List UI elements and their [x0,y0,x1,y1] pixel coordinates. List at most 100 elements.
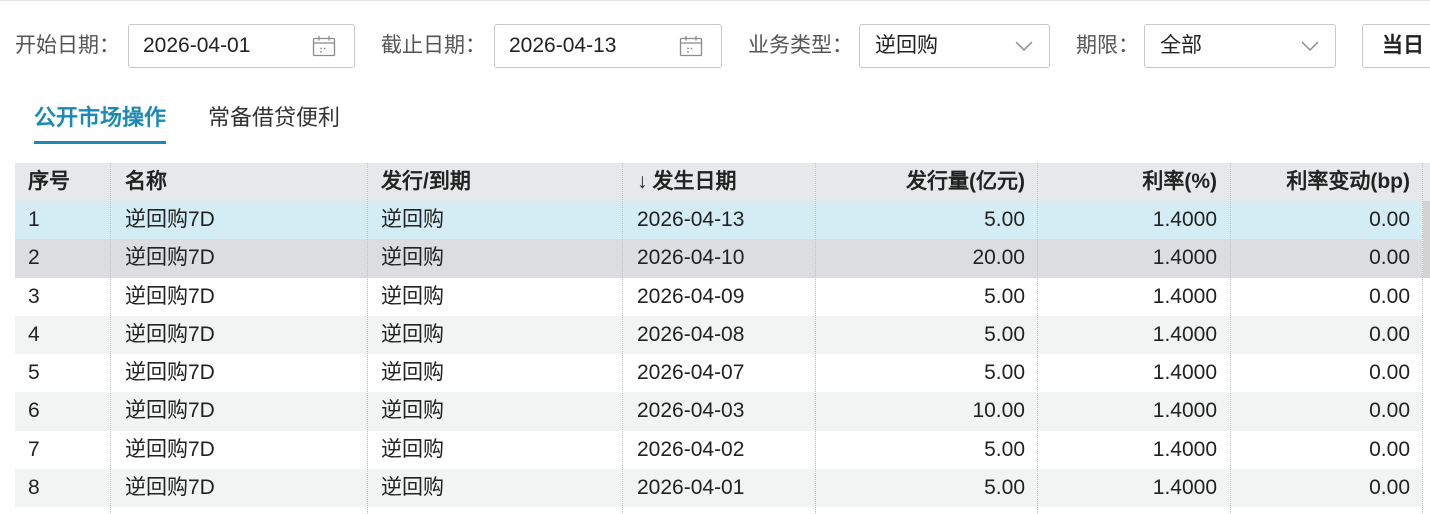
term-select[interactable]: 全部 [1144,24,1336,68]
cell-rate: 1.4000 [1152,399,1217,423]
start-date-input[interactable]: 2026-04-01 [128,24,355,68]
data-table: 序号 名称 发行/到期 ↓ 发生日期 发行量(亿元) 利率(%) 利率变动(bp)… [15,163,1430,514]
cell-date: 2026-04-08 [637,322,745,346]
top-divider [0,0,1430,1]
chevron-down-icon[interactable] [1015,41,1033,51]
calendar-icon-graphic [312,36,336,57]
sort-desc-icon: ↓ [637,170,648,193]
cell-rate: 1.4000 [1152,284,1217,308]
table-row[interactable]: 1 逆回购7D 逆回购 2026-04-13 5.00 1.4000 0.00 [15,201,1422,240]
table-row[interactable]: 7 逆回购7D 逆回购 2026-04-02 5.00 1.4000 0.00 [15,430,1422,470]
cell-index: 5 [28,361,40,385]
cell-index: 4 [28,322,40,346]
tab-standing-lending-facility[interactable]: 常备借贷便利 [208,100,340,144]
start-date-value: 2026-04-01 [143,34,251,57]
calendar-icon[interactable] [679,35,703,57]
cell-amount: 20.00 [972,246,1025,270]
table-row[interactable]: 6 逆回购7D 逆回购 2026-04-03 10.00 1.4000 0.00 [15,392,1422,431]
cell-rate: 1.4000 [1152,476,1217,500]
cell-issue-maturity: 逆回购 [381,476,444,500]
end-date-label: 截止日期： [381,34,486,57]
cell-rate-change: 0.00 [1369,476,1410,500]
cell-amount: 5.00 [984,208,1025,231]
scrollbar-thumb[interactable] [1423,201,1430,278]
cell-index: 1 [28,208,40,231]
column-header-spacer [1422,163,1430,201]
cell-date: 2026-04-09 [637,284,745,308]
cell-rate-change: 0.00 [1369,322,1410,346]
cell-amount: 5.00 [984,284,1025,308]
cell-name: 逆回购7D [125,246,215,270]
term-value: 全部 [1160,34,1202,57]
cell-date: 2026-04-13 [637,208,745,231]
column-header-rate[interactable]: 利率(%) [1037,163,1230,201]
cell-date: 2026-04-02 [637,437,745,461]
cell-index: 2 [28,246,40,270]
cell-index: 8 [28,476,40,500]
chevron-down-icon-graphic [1301,41,1319,51]
term-label: 期限： [1076,34,1139,57]
column-header-index[interactable]: 序号 [15,163,110,201]
business-type-label: 业务类型： [748,34,853,57]
cell-issue-maturity: 逆回购 [381,361,444,385]
column-header-amount[interactable]: 发行量(亿元) [815,163,1037,201]
table-row[interactable]: 4 逆回购7D 逆回购 2026-04-08 5.00 1.4000 0.00 [15,315,1422,355]
table-body: 1 逆回购7D 逆回购 2026-04-13 5.00 1.4000 0.00 2 逆回购7D 逆… [15,201,1422,508]
cell-date: 2026-04-01 [637,476,745,500]
table-row[interactable]: 5 逆回购7D 逆回购 2026-04-07 5.00 1.4000 0.00 [15,354,1422,393]
column-header-issue-maturity[interactable]: 发行/到期 [367,163,622,201]
cell-name: 逆回购7D [125,208,215,231]
cell-date: 2026-04-10 [637,246,745,270]
cell-rate-change: 0.00 [1369,284,1410,308]
cell-index: 6 [28,399,40,423]
cell-rate: 1.4000 [1152,246,1217,270]
cell-index: 3 [28,284,40,308]
calendar-icon[interactable] [312,35,336,57]
cell-name: 逆回购7D [125,437,215,461]
cell-name: 逆回购7D [125,399,215,423]
cell-name: 逆回购7D [125,322,215,346]
vertical-scrollbar[interactable] [1423,201,1430,514]
cell-rate-change: 0.00 [1369,361,1410,385]
cell-amount: 10.00 [972,399,1025,423]
cell-issue-maturity: 逆回购 [381,246,444,270]
today-button[interactable]: 当日 [1362,24,1430,68]
table-row[interactable]: 3 逆回购7D 逆回购 2026-04-09 5.00 1.4000 0.00 [15,277,1422,316]
cell-date: 2026-04-03 [637,399,745,423]
column-header-name[interactable]: 名称 [110,163,367,201]
cell-issue-maturity: 逆回购 [381,208,444,231]
cell-name: 逆回购7D [125,361,215,385]
cell-rate-change: 0.00 [1369,437,1410,461]
start-date-label: 开始日期： [15,34,120,57]
cell-amount: 5.00 [984,322,1025,346]
cell-amount: 5.00 [984,476,1025,500]
cell-index: 7 [28,437,40,461]
column-header-date-label: 发生日期 [652,170,737,193]
cell-issue-maturity: 逆回购 [381,399,444,423]
cell-rate-change: 0.00 [1369,399,1410,423]
cell-rate: 1.4000 [1152,322,1217,346]
chevron-down-icon[interactable] [1301,41,1319,51]
calendar-icon-graphic [679,36,703,57]
chevron-down-icon-graphic [1015,41,1033,51]
table-row[interactable]: 8 逆回购7D 逆回购 2026-04-01 5.00 1.4000 0.00 [15,469,1422,508]
column-header-date[interactable]: ↓ 发生日期 [622,163,815,201]
cell-name: 逆回购7D [125,476,215,500]
cell-rate: 1.4000 [1152,437,1217,461]
cell-issue-maturity: 逆回购 [381,437,444,461]
business-type-select[interactable]: 逆回购 [859,24,1050,68]
cell-issue-maturity: 逆回购 [381,322,444,346]
cell-amount: 5.00 [984,437,1025,461]
table-header: 序号 名称 发行/到期 ↓ 发生日期 发行量(亿元) 利率(%) 利率变动(bp) [15,163,1430,201]
cell-amount: 5.00 [984,361,1025,385]
cell-date: 2026-04-07 [637,361,745,385]
table-row[interactable]: 2 逆回购7D 逆回购 2026-04-10 20.00 1.4000 0.00 [15,239,1422,278]
cell-rate-change: 0.00 [1369,246,1410,270]
business-type-value: 逆回购 [875,34,938,57]
end-date-input[interactable]: 2026-04-13 [494,24,722,68]
cell-rate: 1.4000 [1152,208,1217,231]
cell-issue-maturity: 逆回购 [381,284,444,308]
column-header-rate-change[interactable]: 利率变动(bp) [1230,163,1422,201]
end-date-value: 2026-04-13 [509,34,617,57]
tab-open-market-operations[interactable]: 公开市场操作 [34,100,167,144]
